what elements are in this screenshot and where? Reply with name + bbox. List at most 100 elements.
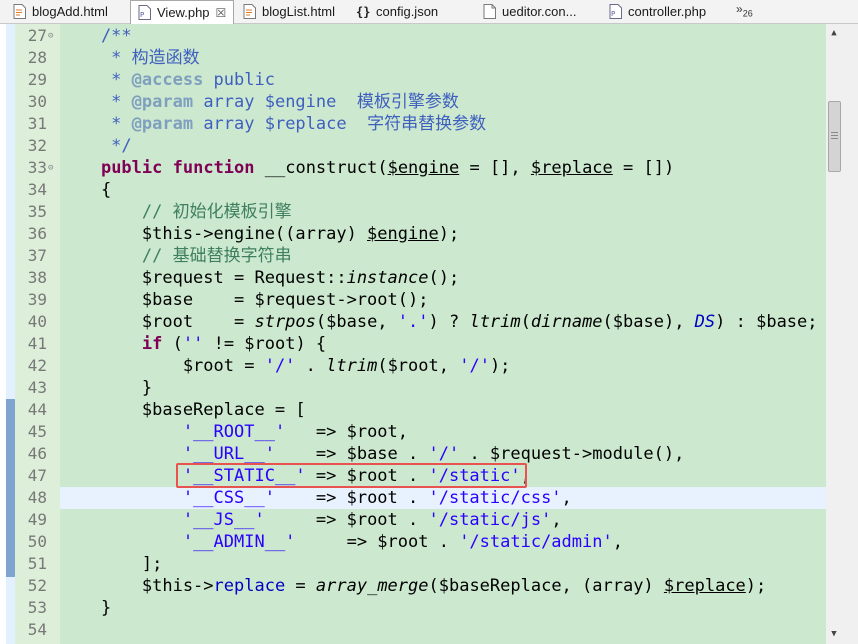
code-token: strpos — [254, 312, 316, 332]
code-token: ( — [162, 334, 183, 354]
code-token: => $root . — [274, 488, 429, 508]
line-number: 48 — [27, 488, 47, 507]
line-number: 53 — [27, 598, 47, 617]
code-token: '/static/admin' — [459, 532, 613, 552]
annotation-box-static-line — [176, 463, 527, 488]
line-number: 54 — [27, 620, 47, 639]
selection-range-marker — [6, 399, 15, 577]
code-token: = — [285, 576, 316, 596]
code-token: . $request->module(), — [459, 444, 685, 464]
tab-label: View.php — [157, 5, 210, 20]
fold-toggle-icon[interactable]: ⊝ — [48, 157, 53, 179]
line-number: 29 — [27, 70, 47, 89]
tab-label: config.json — [376, 4, 439, 19]
code-line: 34 { — [15, 179, 826, 201]
code-token: public — [203, 70, 275, 90]
tab-label: blogList.html — [262, 4, 335, 19]
svg-text:{}: {} — [356, 5, 370, 19]
code-text: $root = '/' . ltrim($root, '/'); — [60, 355, 511, 377]
scrollbar-thumb[interactable] — [828, 101, 841, 172]
code-token: ($root, — [377, 356, 460, 376]
code-text: } — [60, 597, 111, 619]
line-number: 30 — [27, 92, 47, 111]
code-token: ) : $base; — [715, 312, 818, 332]
code-token: '.' — [397, 312, 429, 332]
tab-config-json[interactable]: {} config.json — [350, 0, 474, 23]
code-text: $this->engine((array) $engine); — [60, 223, 459, 245]
code-token: $root = — [60, 356, 265, 376]
tab-bloglist-html[interactable]: blogList.html — [236, 0, 348, 23]
line-number: 32 — [27, 136, 47, 155]
code-token: instance — [346, 268, 429, 288]
code-line: 48 '__CSS__' => $root . '/static/css', — [15, 487, 826, 509]
code-line: 50 '__ADMIN__' => $root . '/static/admin… — [15, 531, 826, 553]
tab-controller-php[interactable]: Pcontroller.php — [602, 0, 732, 23]
generic-file-icon — [482, 4, 496, 20]
scroll-down-arrow-icon[interactable]: ▼ — [826, 627, 842, 641]
code-token: $engine — [367, 224, 439, 244]
code-text: '__URL__' => $base . '/' . $request->mod… — [60, 443, 685, 465]
code-line: 33 ⊝ public function __construct($engine … — [15, 157, 826, 179]
line-number: 45 — [27, 422, 47, 441]
code-token: replace — [213, 576, 286, 596]
code-token: => $root . — [264, 510, 429, 530]
code-token: { — [60, 180, 112, 200]
code-token: '/' — [264, 356, 296, 376]
line-number: 34 — [27, 180, 47, 199]
code-text: * @access public — [60, 69, 275, 91]
close-tab-icon[interactable]: ☒ — [216, 6, 227, 20]
code-line: 42 $root = '/' . ltrim($root, '/'); — [15, 355, 826, 377]
svg-text:P: P — [611, 10, 615, 18]
code-token: $replace — [530, 158, 613, 178]
code-line: 53 } — [15, 597, 826, 619]
code-token: /** — [60, 26, 132, 46]
code-text: /** — [60, 25, 132, 47]
code-token: * — [60, 70, 132, 90]
vertical-scrollbar[interactable]: ▲ ▼ — [826, 24, 858, 644]
line-number: 41 — [27, 334, 47, 353]
tab-ueditor-con[interactable]: ueditor.con... — [476, 0, 600, 23]
line-number: 47 — [27, 466, 47, 485]
code-token: => $base . — [274, 444, 429, 464]
code-text: } — [60, 377, 152, 399]
tab-label: ueditor.con... — [502, 4, 577, 19]
code-token: // 基础替换字符串 — [60, 246, 292, 266]
code-text: ]; — [60, 553, 162, 575]
code-token: * — [60, 92, 132, 112]
code-text: { — [60, 179, 111, 201]
code-token: @param — [131, 114, 194, 134]
line-number: 27 — [27, 26, 47, 45]
code-token: $baseReplace = [ — [60, 400, 306, 420]
code-line: 36 $this->engine((array) $engine); — [15, 223, 826, 245]
line-number: 37 — [27, 246, 47, 265]
code-text: '__ROOT__' => $root, — [60, 421, 408, 443]
code-token: '/static/js' — [428, 510, 552, 530]
code-text: $root = strpos($base, '.') ? ltrim(dirna… — [60, 311, 818, 333]
code-token: $replace — [663, 576, 746, 596]
code-token: '/static/css' — [428, 488, 562, 508]
tab-overflow-button[interactable]: »26 — [736, 2, 753, 18]
line-number: 49 — [27, 510, 47, 529]
code-token: => $root, — [285, 422, 409, 442]
scroll-up-arrow-icon[interactable]: ▲ — [826, 26, 842, 40]
code-line: 51 ]; — [15, 553, 826, 575]
line-number: 40 — [27, 312, 47, 331]
line-number: 39 — [27, 290, 47, 309]
code-text: // 基础替换字符串 — [60, 245, 292, 267]
tab-blogadd-html[interactable]: blogAdd.html — [6, 0, 134, 23]
code-token: ($baseReplace, (array) — [428, 576, 664, 596]
code-line: 29 * @access public — [15, 69, 826, 91]
code-token: , — [551, 510, 562, 530]
line-number: 44 — [27, 400, 47, 419]
code-token: '/' — [459, 356, 490, 376]
code-token: '__JS__' — [182, 510, 265, 530]
code-token: * — [60, 114, 132, 134]
fold-toggle-icon[interactable]: ⊝ — [48, 25, 53, 47]
json-file-icon: {} — [356, 4, 370, 20]
tab-view-php[interactable]: P View.php ☒ — [130, 0, 234, 24]
code-token: public — [100, 158, 163, 178]
line-number: 51 — [27, 554, 47, 573]
